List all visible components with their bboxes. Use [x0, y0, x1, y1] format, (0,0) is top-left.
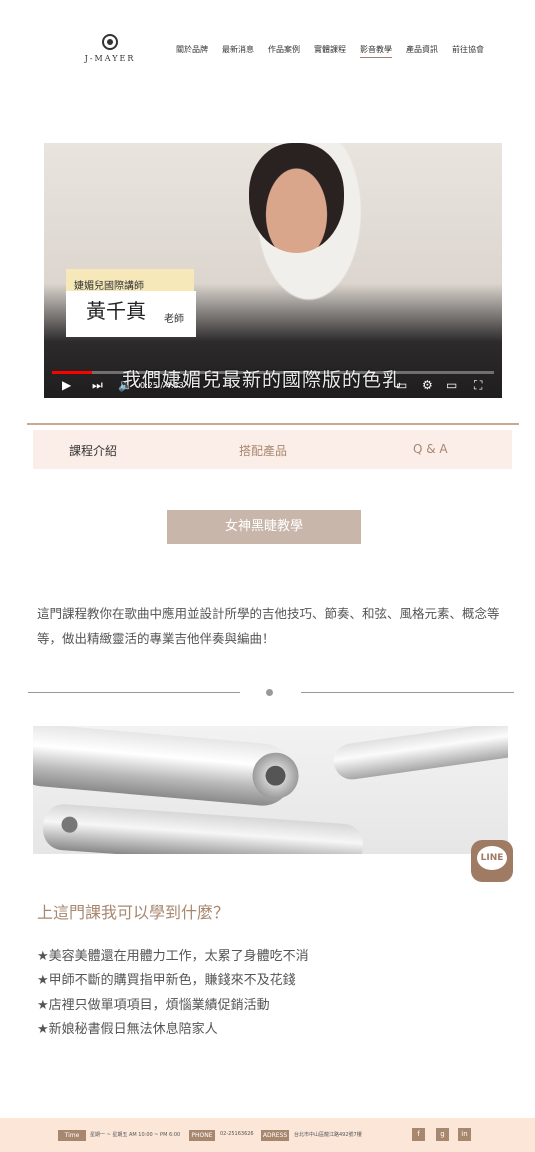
product-photo: [33, 726, 508, 854]
footer-time-value: 星期一 ~ 星期五 AM 10:00 ~ PM 6:00: [90, 1132, 181, 1138]
divider-left: [28, 692, 240, 693]
fullscreen-icon[interactable]: ⛶: [474, 378, 482, 392]
nav-item-association[interactable]: 前往協會: [452, 44, 484, 58]
nav-item-about[interactable]: 關於品牌: [176, 44, 208, 58]
logo-wordmark: J-MAYER: [84, 54, 136, 63]
video-frame-head: [249, 143, 344, 253]
footer-phone-label: PHONE: [189, 1130, 215, 1141]
google-plus-icon[interactable]: g: [436, 1128, 449, 1141]
main-nav: 關於品牌 最新消息 作品案例 實體課程 影音教學 產品資訊 前往協會: [176, 44, 498, 58]
next-icon[interactable]: ⏭: [92, 378, 103, 392]
tab-related-products[interactable]: 搭配產品: [239, 442, 287, 459]
subtitles-icon[interactable]: ▭: [396, 378, 407, 392]
line-icon: LINE: [477, 846, 507, 870]
footer-address-label: ADRESS: [261, 1130, 289, 1141]
pen-shape: [331, 726, 508, 782]
video-controls: ▶ ⏭ 🔈 0:25 / 4:33 ▭ ⚙ ▭ ⛶: [44, 374, 502, 398]
pen-shape: [33, 726, 301, 809]
line-chat-button[interactable]: LINE: [471, 840, 513, 882]
section-title: 上這門課我可以學到什麼？: [37, 903, 230, 922]
footer: Time 星期一 ~ 星期五 AM 10:00 ~ PM 6:00 PHONE …: [0, 1118, 535, 1152]
course-tabs: 課程介紹 搭配產品 Q & A: [33, 430, 512, 469]
nav-item-video-tutorials[interactable]: 影音教學: [360, 44, 392, 58]
footer-time-label: Time: [58, 1130, 86, 1141]
caption-title: 婕媚兒國際講師: [74, 281, 144, 292]
benefits-list: ★美容美體還在用體力工作，太累了身體吃不消 ★甲師不斷的購買指甲新色，賺錢來不及…: [37, 945, 309, 1042]
course-description: 這門課程教你在歌曲中應用並設計所學的吉他技巧、節奏、和弦、風格元素、概念等等，做…: [37, 606, 500, 646]
linkedin-icon[interactable]: in: [458, 1128, 471, 1141]
caption-suffix: 老師: [164, 314, 184, 325]
list-item: ★店裡只做單項項目，煩惱業績促銷活動: [37, 997, 270, 1013]
video-time: 0:25 / 4:33: [140, 381, 184, 390]
logo-emblem-icon: [102, 34, 118, 50]
pen-shape: [41, 802, 365, 854]
video-player[interactable]: 婕媚兒國際講師 黃千真 老師 我們婕媚兒最新的國際版的色乳 ▶ ⏭ 🔈 0:25…: [44, 143, 502, 398]
brand-logo[interactable]: J-MAYER: [78, 34, 142, 63]
caption-name: 黃千真: [86, 299, 146, 323]
footer-address-value: 台北市中山區龍江路492號7樓: [294, 1132, 362, 1138]
facebook-icon[interactable]: f: [412, 1128, 425, 1141]
settings-gear-icon[interactable]: ⚙: [422, 378, 433, 392]
nav-item-news[interactable]: 最新消息: [222, 44, 254, 58]
play-icon[interactable]: ▶: [62, 378, 71, 392]
theater-mode-icon[interactable]: ▭: [446, 378, 457, 392]
footer-phone-value: 02-25163626: [220, 1131, 254, 1137]
list-item: ★新娘秘書假日無法休息陪家人: [37, 1021, 218, 1037]
list-item: ★美容美體還在用體力工作，太累了身體吃不消: [37, 949, 309, 964]
nav-item-products[interactable]: 產品資訊: [406, 44, 438, 58]
list-item: ★甲師不斷的購買指甲新色，賺錢來不及花錢: [37, 973, 296, 989]
divider-dot: [266, 689, 273, 696]
volume-icon[interactable]: 🔈: [118, 378, 133, 392]
tab-qa[interactable]: Q & A: [413, 442, 448, 456]
tabs-top-border: [27, 423, 519, 425]
tab-course-intro[interactable]: 課程介紹: [69, 442, 117, 459]
divider-right: [301, 692, 514, 693]
course-title-button[interactable]: 女神黑睫教學: [167, 510, 361, 544]
nav-item-courses[interactable]: 實體課程: [314, 44, 346, 58]
nav-item-works[interactable]: 作品案例: [268, 44, 300, 58]
